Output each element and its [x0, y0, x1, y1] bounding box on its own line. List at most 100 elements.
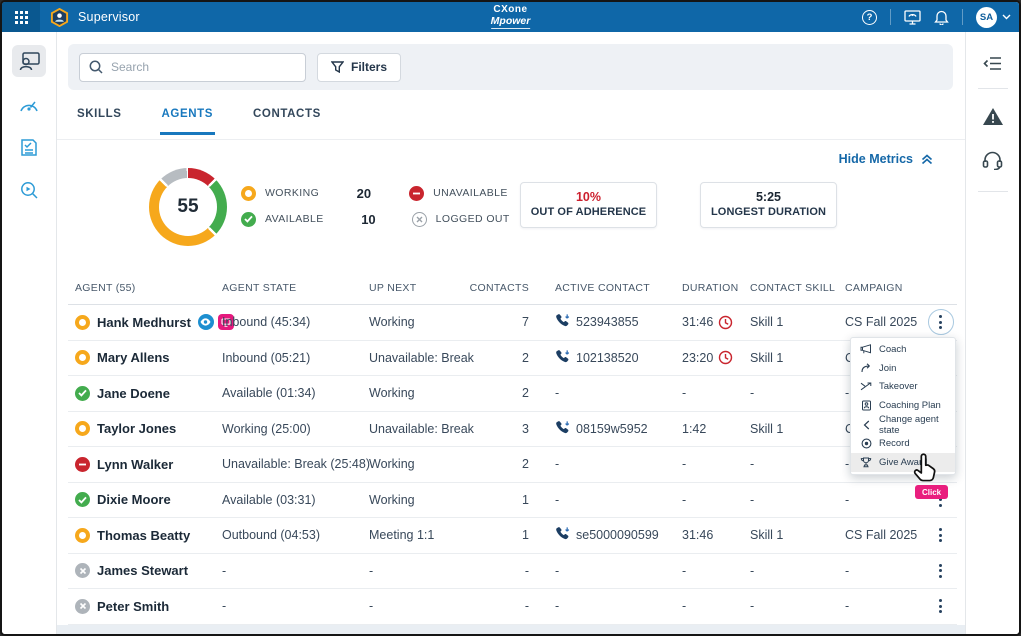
row-actions-cell [924, 305, 957, 340]
menu-item-join[interactable]: Join [851, 359, 955, 378]
click-annotation-badge: Click [915, 485, 948, 499]
contacts-cell: 1 [469, 483, 529, 518]
inbound-call-phone-icon [555, 420, 570, 435]
table-row[interactable]: Jane Doene Available (01:34) Working 2 -… [68, 376, 957, 412]
contact-skill-cell: Skill 1 [750, 341, 842, 376]
table-row[interactable]: Dixie Moore Available (03:31) Working 1 … [68, 483, 957, 519]
menu-item-record[interactable]: Record [851, 434, 955, 453]
available-state-icon [241, 212, 256, 227]
active-contact-number: 08159w5952 [576, 422, 648, 436]
sidebar-item-reports[interactable] [12, 131, 46, 163]
col-up-next[interactable]: UP NEXT [369, 282, 416, 294]
menu-item-coaching-plan[interactable]: Coaching Plan [851, 396, 955, 415]
app-launcher-button[interactable] [2, 2, 40, 32]
divider [890, 9, 891, 25]
table-row[interactable]: Taylor Jones Working (25:00) Unavailable… [68, 412, 957, 448]
agent-name: Lynn Walker [97, 457, 173, 472]
menu-item-coach[interactable]: Coach [851, 340, 955, 359]
col-active-contact[interactable]: ACTIVE CONTACT [555, 282, 650, 294]
report-check-icon [20, 138, 38, 157]
user-menu-button[interactable]: SA [976, 7, 1011, 28]
alerts-panel-button[interactable] [976, 101, 1010, 131]
search-box[interactable] [79, 53, 306, 82]
collapse-panel-button[interactable] [976, 48, 1010, 78]
logged-out-state-icon [75, 599, 90, 614]
active-contact-number: - [555, 564, 559, 578]
active-contact-number: - [555, 386, 559, 400]
agent-cell: Jane Doene [75, 376, 225, 411]
table-row[interactable]: Mary Allens Inbound (05:21) Unavailable:… [68, 341, 957, 377]
help-icon: ? [862, 10, 877, 25]
tab-contacts[interactable]: CONTACTS [251, 102, 323, 135]
contact-skill-cell: - [750, 589, 842, 624]
row-actions-cell [924, 589, 957, 624]
legend-available-value: 10 [324, 212, 376, 227]
avatar: SA [976, 7, 997, 28]
duration-alert-clock-icon [718, 350, 733, 365]
working-state-icon [75, 315, 90, 330]
duration-alert-clock-icon [718, 315, 733, 330]
inbound-call-phone-icon [555, 349, 570, 364]
table-row[interactable]: James Stewart - - - - - - - [68, 554, 957, 590]
search-toolbar: Filters [68, 44, 953, 90]
help-button[interactable]: ? [862, 10, 877, 25]
duration-value: 31:46 [682, 528, 713, 542]
table-row[interactable]: Thomas Beatty Outbound (04:53) Meeting 1… [68, 518, 957, 554]
contacts-cell: 2 [469, 376, 529, 411]
app-title: Supervisor [78, 10, 140, 24]
active-contact-cell: se5000090599 [555, 518, 681, 553]
col-duration[interactable]: DURATION [682, 282, 738, 294]
duration-cell: 1:42 [682, 412, 746, 447]
table-row[interactable]: Lynn Walker Unavailable: Break (25:48) W… [68, 447, 957, 483]
menu-item-change-agent-state[interactable]: Change agent state [851, 415, 955, 434]
col-agent[interactable]: AGENT (55) [75, 282, 136, 294]
chevron-down-icon [1002, 14, 1011, 20]
working-state-icon [241, 186, 256, 201]
agents-table: Hank Medhurst Inbound (45:34) Working 7 … [68, 305, 957, 625]
agent-cell: Mary Allens [75, 341, 225, 376]
hide-metrics-button[interactable]: Hide Metrics [839, 152, 933, 166]
sidebar-item-dashboard[interactable] [12, 88, 46, 120]
give-award-icon [860, 457, 872, 468]
row-actions-kebab-button[interactable] [928, 558, 954, 584]
campaign-cell: CS Fall 2025 [845, 518, 929, 553]
up-next-cell: Working [369, 483, 469, 518]
duration-value: - [682, 457, 686, 471]
headset-panel-button[interactable] [976, 145, 1010, 175]
contacts-cell: 2 [469, 341, 529, 376]
filters-button[interactable]: Filters [317, 53, 401, 82]
agent-states-donut-chart: 55 [149, 168, 227, 246]
contacts-cell: 7 [469, 305, 529, 340]
screen-share-button[interactable] [904, 10, 921, 25]
up-next-cell: - [369, 554, 469, 589]
sidebar-item-supervisor[interactable] [12, 45, 46, 77]
metrics-panel: Hide Metrics 55 WORKING 20 [57, 139, 965, 272]
agent-name: James Stewart [97, 563, 188, 578]
longest-duration-value: 5:25 [756, 190, 781, 206]
tab-agents[interactable]: AGENTS [160, 102, 216, 135]
col-campaign[interactable]: CAMPAIGN [845, 282, 903, 294]
search-input[interactable] [111, 60, 281, 74]
table-row[interactable]: Hank Medhurst Inbound (45:34) Working 7 … [68, 305, 957, 341]
row-actions-kebab-button[interactable] [928, 593, 954, 619]
row-actions-kebab-button[interactable] [928, 522, 954, 548]
notifications-button[interactable] [934, 9, 949, 25]
contacts-cell: 3 [469, 412, 529, 447]
sidebar-item-search-recordings[interactable] [12, 174, 46, 206]
active-contact-cell: 523943855 [555, 305, 681, 340]
agent-name: Peter Smith [97, 599, 169, 614]
col-agent-state[interactable]: AGENT STATE [222, 282, 296, 294]
table-row[interactable]: Peter Smith - - - - - - - [68, 589, 957, 625]
menu-item-takeover[interactable]: Takeover [851, 378, 955, 397]
col-contacts[interactable]: CONTACTS [469, 282, 529, 294]
row-actions-kebab-button[interactable] [928, 309, 954, 335]
duration-cell: 23:20 [682, 341, 746, 376]
menu-item-give-award[interactable]: Give Award [851, 453, 955, 472]
col-contact-skill[interactable]: CONTACT SKILL [750, 282, 835, 294]
active-contact-number: - [555, 457, 559, 471]
agent-name: Thomas Beatty [97, 528, 190, 543]
up-next-cell: Unavailable: Break [369, 412, 469, 447]
table-header: AGENT (55) AGENT STATE UP NEXT CONTACTS … [68, 272, 957, 305]
agent-state-cell: Inbound (45:34) [222, 305, 368, 340]
tab-skills[interactable]: SKILLS [75, 102, 124, 135]
